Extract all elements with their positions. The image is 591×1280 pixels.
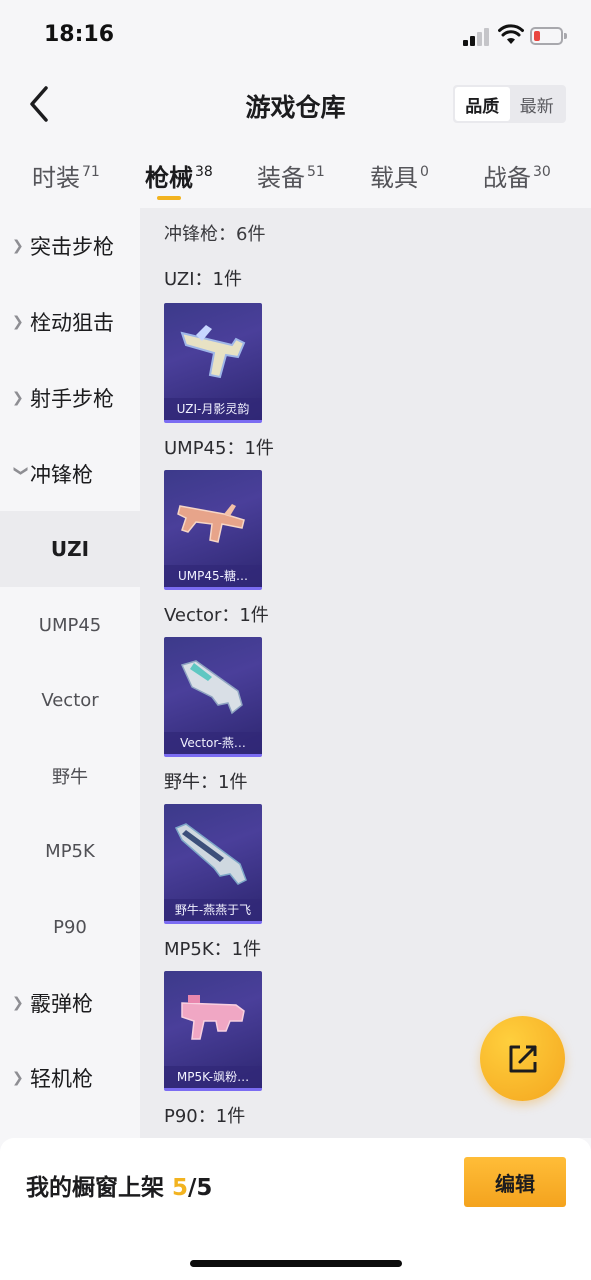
skin-name: UMP45-糖… [164, 565, 262, 587]
sidebar-item-label: 野牛 [52, 767, 88, 788]
skin-name: MP5K-飒粉… [164, 1066, 262, 1088]
share-button[interactable] [480, 1016, 565, 1101]
tab-label: 时装 [32, 164, 80, 192]
skin-card-ump45[interactable]: UMP45-糖… [164, 470, 262, 590]
sidebar-item-p90[interactable]: P90 [0, 889, 140, 965]
showcase-status: 我的橱窗上架 5/5 [26, 1168, 212, 1202]
edit-button[interactable]: 编辑 [464, 1157, 566, 1207]
status-bar: 18:16 [0, 0, 591, 70]
sort-toggle: 品质 最新 [453, 85, 566, 123]
sort-quality-button[interactable]: 品质 [455, 87, 510, 121]
bottom-bar: 我的橱窗上架 5/5 编辑 [0, 1138, 591, 1280]
ump45-skin-image-icon [177, 504, 245, 543]
sidebar-item-bison[interactable]: 野牛 [0, 738, 140, 814]
sidebar-item-label: UMP45 [38, 614, 102, 636]
sidebar-item-vector[interactable]: Vector [0, 662, 140, 738]
uzi-skin-image-icon [180, 325, 246, 379]
skin-card-bison[interactable]: 野牛-燕燕于飞 [164, 804, 262, 924]
sidebar-item-mp5k[interactable]: MP5K [0, 813, 140, 889]
tab-equipment[interactable]: 装备 51 [257, 158, 325, 208]
bison-skin-image-icon [174, 823, 247, 885]
chevron-right-icon: ❯ [12, 1070, 24, 1086]
skin-name: Vector-燕… [164, 732, 262, 754]
tab-fashion[interactable]: 时装 71 [32, 158, 100, 208]
share-icon [509, 1045, 536, 1072]
chevron-down-icon: ❯ [13, 465, 29, 477]
home-indicator[interactable] [190, 1260, 402, 1267]
tab-count: 71 [82, 164, 100, 180]
sidebar-group-label: 射手步枪 [30, 387, 114, 411]
sidebar-item-label: P90 [53, 916, 87, 938]
tab-count: 0 [420, 164, 429, 180]
tab-count: 51 [307, 164, 325, 180]
sidebar-item-label: UZI [50, 537, 90, 561]
tab-war-supplies[interactable]: 战备 30 [483, 158, 551, 208]
category-tabs: 时装 71 枪械 38 装备 51 载具 0 战备 30 [0, 150, 591, 208]
chevron-right-icon: ❯ [12, 238, 24, 254]
nav-bar: 游戏仓库 品质 最新 [0, 70, 591, 140]
tab-firearms[interactable]: 枪械 38 [145, 158, 213, 208]
tab-label: 装备 [257, 164, 305, 192]
sidebar-group-label: 突击步枪 [30, 235, 114, 259]
tab-count: 38 [195, 164, 213, 180]
tab-vehicles[interactable]: 载具 0 [370, 158, 429, 208]
section-label-mp5k: MP5K：1件 [164, 939, 262, 960]
tab-count: 30 [533, 164, 551, 180]
sidebar-group-label: 霰弹枪 [30, 992, 93, 1016]
sidebar-group-shotgun[interactable]: ❯ 霰弹枪 [0, 965, 140, 1041]
skin-card-vector[interactable]: Vector-燕… [164, 637, 262, 757]
sidebar-group-assault-rifle[interactable]: ❯ 突击步枪 [0, 208, 140, 284]
tab-label: 战备 [483, 164, 531, 192]
section-label-bison: 野牛：1件 [164, 772, 248, 793]
sidebar-group-marksman-rifle[interactable]: ❯ 射手步枪 [0, 360, 140, 436]
skin-card-uzi[interactable]: UZI-月影灵韵 [164, 303, 262, 423]
chevron-right-icon: ❯ [12, 314, 24, 330]
active-tab-indicator [157, 196, 181, 200]
tab-label: 枪械 [145, 164, 193, 192]
category-summary: 冲锋枪：6件 [164, 224, 266, 245]
cellular-signal-icon [463, 28, 491, 46]
vector-skin-image-icon [180, 660, 243, 715]
sidebar-group-smg[interactable]: ❯ 冲锋枪 [0, 436, 140, 512]
tab-label: 载具 [370, 164, 418, 192]
section-label-p90: P90：1件 [164, 1106, 246, 1127]
battery-icon [530, 27, 568, 45]
section-label-uzi: UZI：1件 [164, 269, 242, 290]
sidebar-item-label: MP5K [45, 840, 95, 862]
sidebar-group-bolt-sniper[interactable]: ❯ 栓动狙击 [0, 284, 140, 360]
skin-list: 冲锋枪：6件 UZI：1件 UZI-月影灵韵 UMP45：1件 UMP45-糖…… [140, 208, 591, 1138]
mp5k-skin-image-icon [181, 995, 245, 1040]
sidebar-item-ump45[interactable]: UMP45 [0, 587, 140, 663]
sidebar-item-uzi[interactable]: UZI [0, 511, 140, 587]
showcase-used-count: 5 [172, 1175, 189, 1201]
skin-name: UZI-月影灵韵 [164, 398, 262, 420]
sort-latest-button[interactable]: 最新 [510, 87, 565, 121]
section-label-ump45: UMP45：1件 [164, 438, 274, 459]
sidebar-group-label: 轻机枪 [30, 1067, 93, 1091]
chevron-right-icon: ❯ [12, 995, 24, 1011]
sidebar-group-lmg[interactable]: ❯ 轻机枪 [0, 1040, 140, 1116]
skin-card-mp5k[interactable]: MP5K-飒粉… [164, 971, 262, 1091]
showcase-label: 我的橱窗上架 [26, 1175, 164, 1201]
chevron-right-icon: ❯ [12, 390, 24, 406]
wifi-icon [498, 24, 524, 44]
sidebar-group-label: 冲锋枪 [30, 463, 93, 487]
sidebar-group-label: 栓动狙击 [30, 311, 114, 335]
section-label-vector: Vector：1件 [164, 605, 269, 626]
sidebar-item-label: Vector [41, 689, 99, 711]
showcase-total-count: /5 [188, 1175, 213, 1201]
weapon-type-sidebar: ❯ 突击步枪 ❯ 栓动狙击 ❯ 射手步枪 ❯ 冲锋枪 UZI UMP45 Vec… [0, 208, 140, 1138]
status-time: 18:16 [44, 22, 115, 47]
skin-name: 野牛-燕燕于飞 [164, 899, 262, 921]
